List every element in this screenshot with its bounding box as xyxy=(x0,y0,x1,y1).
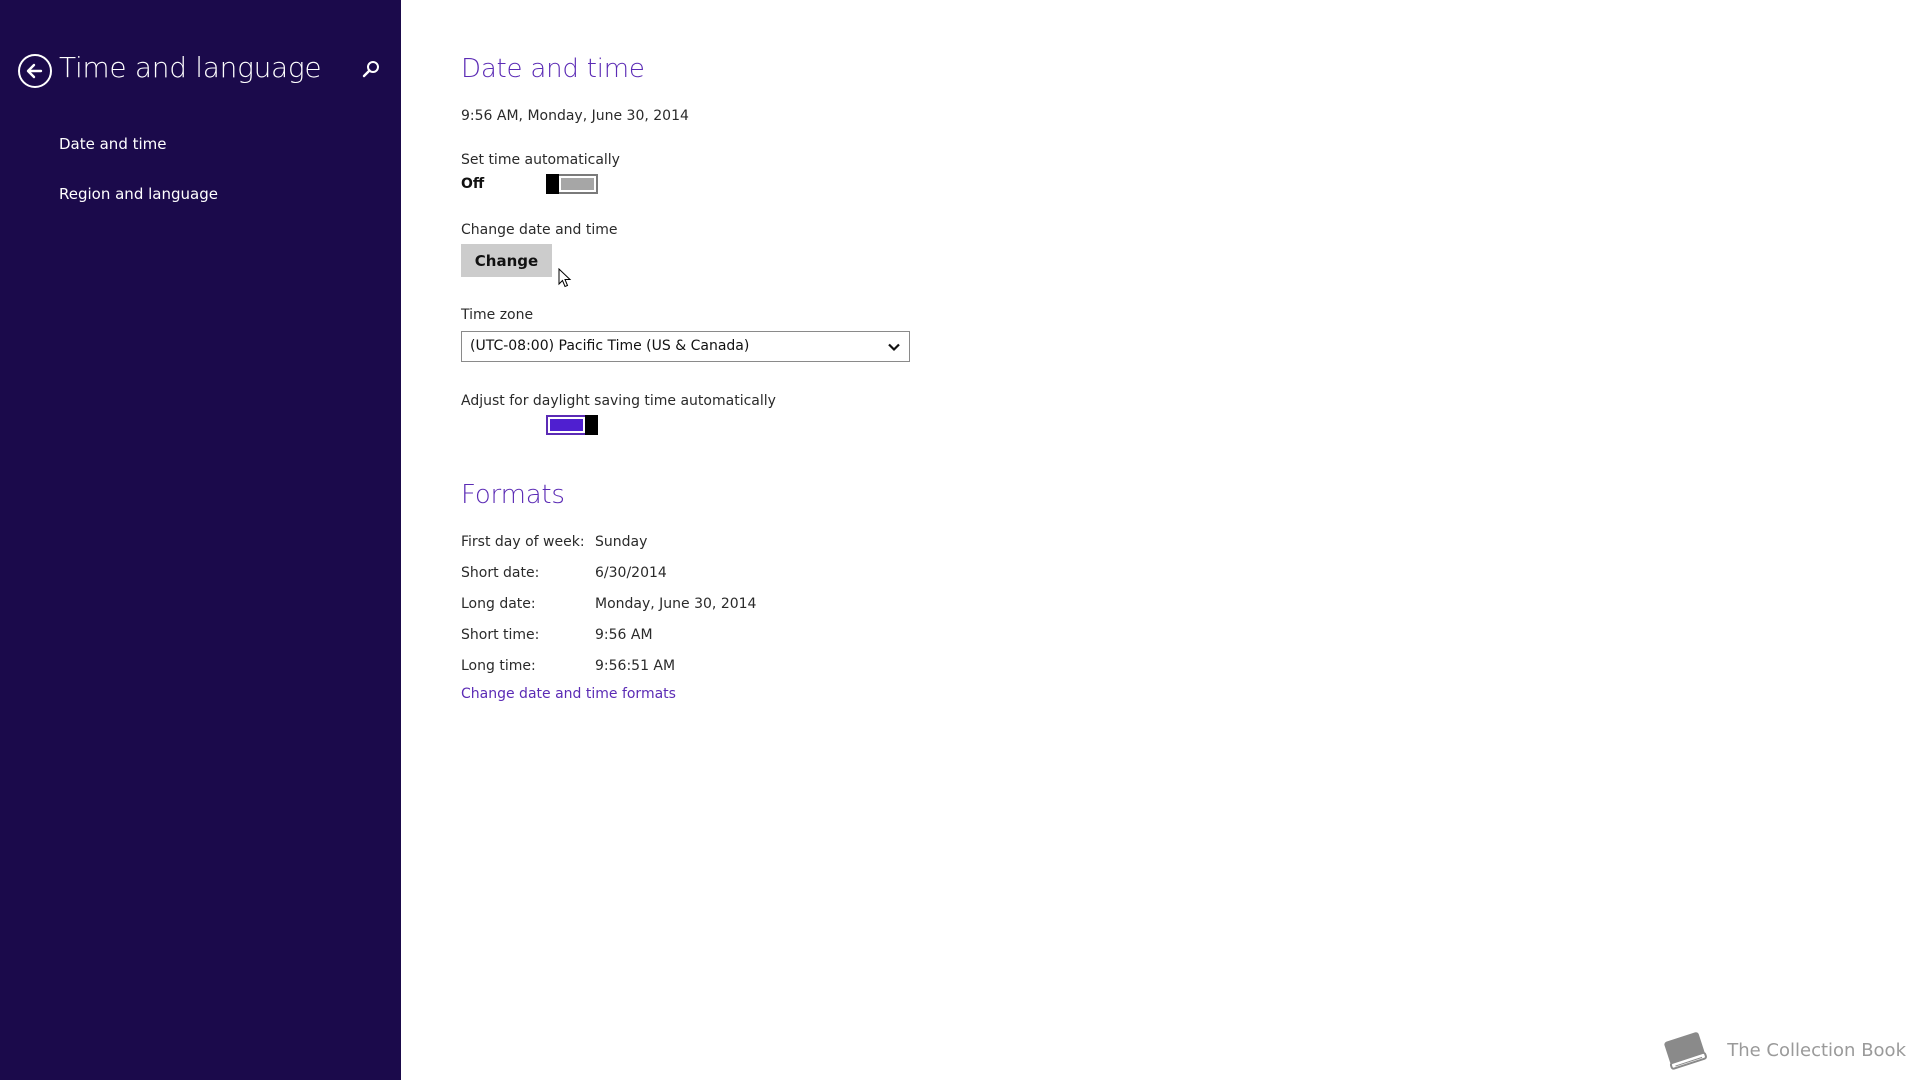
toggle-track xyxy=(550,419,583,431)
book-icon xyxy=(1664,1032,1708,1070)
timezone-select[interactable]: (UTC-08:00) Pacific Time (US & Canada) xyxy=(461,331,910,362)
format-label-short-date: Short date: xyxy=(461,565,540,581)
format-label-first-day: First day of week: xyxy=(461,534,585,550)
set-time-auto-toggle[interactable] xyxy=(546,174,598,194)
search-icon[interactable] xyxy=(362,60,380,78)
change-formats-link[interactable]: Change date and time formats xyxy=(461,686,676,702)
format-value-short-date: 6/30/2014 xyxy=(595,565,667,581)
format-label-long-time: Long time: xyxy=(461,658,536,674)
format-value-first-day: Sunday xyxy=(595,534,648,550)
format-value-long-time: 9:56:51 AM xyxy=(595,658,676,674)
formats-heading: Formats xyxy=(461,480,565,510)
format-label-long-date: Long date: xyxy=(461,596,536,612)
timezone-label: Time zone xyxy=(461,307,534,323)
sidebar: Time and language Date and time Region a… xyxy=(0,0,401,1080)
main-content: Date and time 9:56 AM, Monday, June 30, … xyxy=(401,0,1920,1080)
watermark-text: The Collection Book xyxy=(1727,1039,1906,1061)
set-time-auto-state: Off xyxy=(461,176,485,192)
date-time-heading: Date and time xyxy=(461,54,645,84)
back-arrow-icon xyxy=(26,63,43,79)
sidebar-item-region-and-language[interactable]: Region and language xyxy=(59,185,218,203)
sidebar-item-date-and-time[interactable]: Date and time xyxy=(59,135,167,153)
dst-label: Adjust for daylight saving time automati… xyxy=(461,393,776,409)
set-time-auto-label: Set time automatically xyxy=(461,152,620,168)
dst-toggle[interactable] xyxy=(546,415,598,435)
mouse-cursor-icon xyxy=(558,268,572,288)
change-date-time-label: Change date and time xyxy=(461,222,618,238)
chevron-down-icon xyxy=(888,343,900,352)
current-datetime: 9:56 AM, Monday, June 30, 2014 xyxy=(461,108,689,124)
format-value-long-date: Monday, June 30, 2014 xyxy=(595,596,757,612)
timezone-value: (UTC-08:00) Pacific Time (US & Canada) xyxy=(470,338,750,354)
back-button[interactable] xyxy=(18,54,52,88)
toggle-track xyxy=(561,178,594,190)
toggle-thumb xyxy=(546,174,559,194)
page-title: Time and language xyxy=(59,51,322,84)
format-label-short-time: Short time: xyxy=(461,627,540,643)
watermark: The Collection Book xyxy=(1659,1026,1906,1074)
change-button[interactable]: Change xyxy=(461,244,552,277)
toggle-thumb xyxy=(585,415,598,435)
format-value-short-time: 9:56 AM xyxy=(595,627,653,643)
